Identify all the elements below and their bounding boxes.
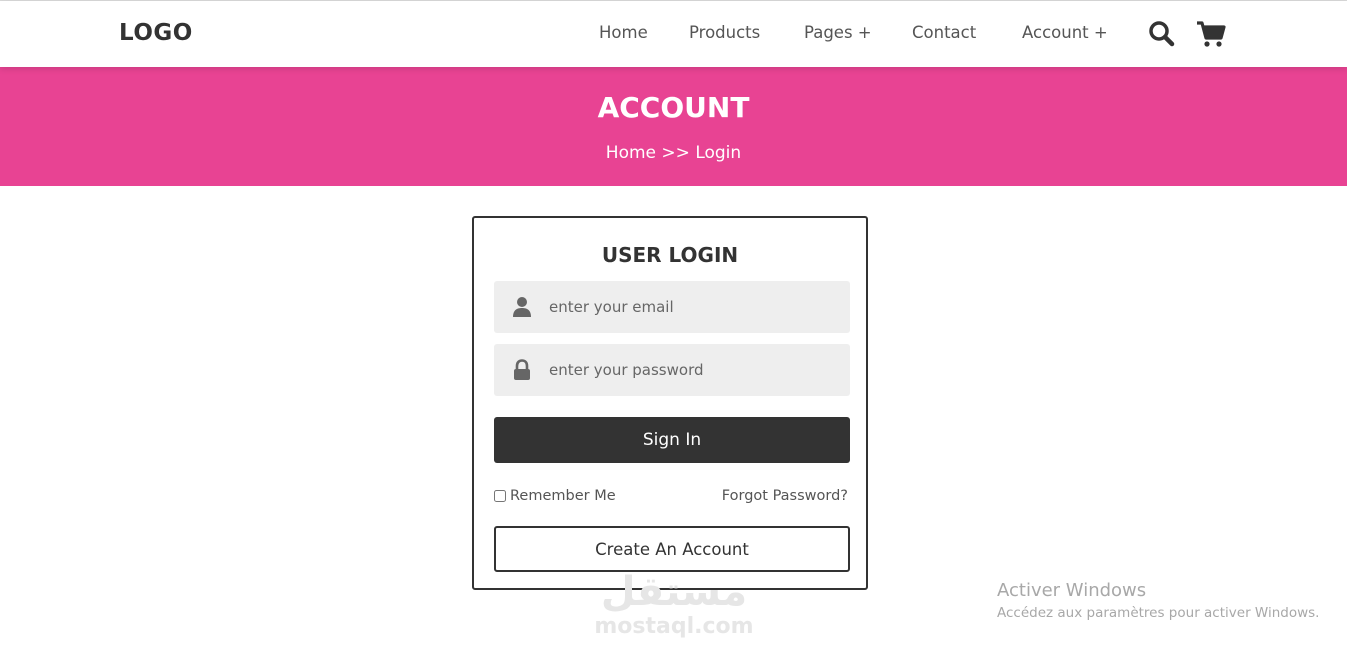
sign-in-button[interactable]: Sign In bbox=[494, 417, 850, 463]
logo[interactable]: LOGO bbox=[119, 20, 193, 46]
breadcrumb-current: Login bbox=[695, 143, 742, 163]
password-input[interactable] bbox=[549, 344, 839, 396]
email-field bbox=[494, 281, 850, 333]
create-account-button[interactable]: Create An Account bbox=[494, 526, 850, 572]
windows-activation-notice: Activer Windows Accédez aux paramètres p… bbox=[997, 580, 1319, 621]
password-field bbox=[494, 344, 850, 396]
nav-account[interactable]: Account + bbox=[1022, 23, 1108, 42]
mostaql-watermark: مستقل mostaql.com bbox=[591, 570, 757, 646]
nav-contact[interactable]: Contact bbox=[912, 23, 976, 42]
remember-me-checkbox[interactable] bbox=[494, 490, 506, 502]
watermark-arabic: مستقل bbox=[600, 569, 748, 615]
nav-home[interactable]: Home bbox=[599, 23, 648, 42]
forgot-password-link[interactable]: Forgot Password? bbox=[722, 488, 848, 504]
activation-title: Activer Windows bbox=[997, 580, 1147, 601]
email-input[interactable] bbox=[549, 281, 839, 333]
cart-icon[interactable] bbox=[1196, 19, 1226, 49]
search-icon[interactable] bbox=[1147, 19, 1177, 49]
login-title: USER LOGIN bbox=[601, 243, 739, 267]
remember-me-label: Remember Me bbox=[510, 488, 616, 504]
page-banner: ACCOUNT Home >> Login bbox=[0, 67, 1347, 186]
site-header: LOGO Home Products Pages + Contact Accou… bbox=[0, 1, 1347, 67]
user-icon bbox=[512, 296, 532, 318]
breadcrumb-separator: >> bbox=[661, 143, 690, 163]
nav-products[interactable]: Products bbox=[689, 23, 760, 42]
breadcrumb: Home >> Login bbox=[0, 143, 1347, 163]
nav-pages[interactable]: Pages + bbox=[804, 23, 872, 42]
lock-icon bbox=[512, 359, 532, 381]
remember-me: Remember Me bbox=[494, 488, 616, 504]
page-title: ACCOUNT bbox=[597, 91, 750, 124]
watermark-site: mostaql.com bbox=[594, 614, 754, 639]
activation-subtitle: Accédez aux paramètres pour activer Wind… bbox=[997, 605, 1320, 621]
breadcrumb-home[interactable]: Home bbox=[606, 143, 656, 163]
login-card: USER LOGIN Sign In Remember Me Forgot Pa… bbox=[472, 216, 868, 590]
